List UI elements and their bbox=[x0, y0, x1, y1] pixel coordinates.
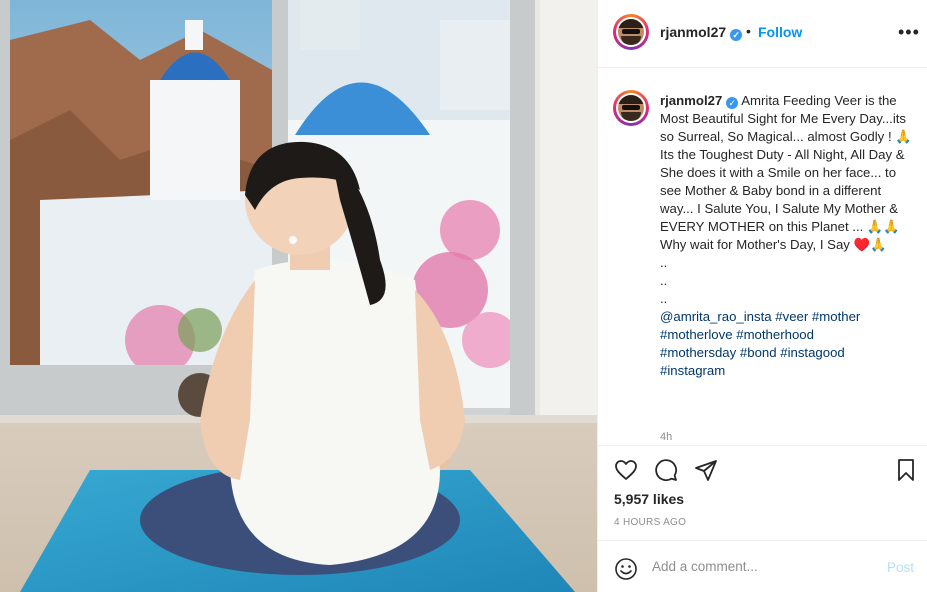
follow-button[interactable]: Follow bbox=[758, 24, 802, 40]
caption-verified-icon: ✓ bbox=[726, 97, 739, 109]
verified-badge-icon: ✓ bbox=[730, 29, 743, 41]
caption-avatar[interactable] bbox=[613, 90, 649, 126]
caption-username[interactable]: rjanmol27 bbox=[660, 93, 722, 108]
heart-icon[interactable] bbox=[614, 458, 638, 482]
post-caption: rjanmol27 ✓ Amrita Feeding Veer is the Mo… bbox=[660, 92, 912, 380]
like-count[interactable]: 5,957 likes bbox=[614, 491, 684, 507]
hashtag-line[interactable]: #mothersday #bond #instagood bbox=[660, 344, 912, 362]
post-timestamp[interactable]: 4 HOURS AGO bbox=[614, 517, 686, 528]
caption-line: Why wait for Mother's Day, I Say ♥️🙏 bbox=[660, 237, 887, 252]
caption-line: .. bbox=[660, 273, 668, 288]
post-sidebar: rjanmol27 ✓ • Follow ••• rjanmol27 ✓ Amrit… bbox=[597, 0, 927, 592]
caption-paragraph-1: rjanmol27 ✓ Amrita Feeding Veer is the Mo… bbox=[660, 92, 912, 146]
more-options-icon[interactable]: ••• bbox=[898, 22, 920, 43]
hashtag-line[interactable]: #motherlove #motherhood bbox=[660, 326, 912, 344]
post-comment-button[interactable]: Post bbox=[887, 560, 914, 575]
post-photo[interactable] bbox=[0, 0, 597, 592]
header-separator: • bbox=[746, 23, 751, 39]
action-bar bbox=[598, 445, 927, 496]
caption-line: .. bbox=[660, 291, 668, 306]
caption-line: .. bbox=[660, 255, 668, 270]
photo-illustration bbox=[0, 0, 597, 592]
hashtag-line[interactable]: @amrita_rao_insta #veer #mother bbox=[660, 308, 912, 326]
comment-bar: Post bbox=[598, 540, 927, 592]
comment-icon[interactable] bbox=[654, 458, 678, 482]
paper-plane-icon[interactable] bbox=[694, 458, 718, 482]
caption-timestamp[interactable]: 4h bbox=[660, 431, 672, 443]
bookmark-icon[interactable] bbox=[894, 458, 918, 482]
hashtag-line[interactable]: #instagram bbox=[660, 362, 912, 380]
caption-line: Its the Toughest Duty - All Night, All D… bbox=[660, 147, 905, 234]
avatar[interactable] bbox=[613, 14, 649, 50]
instagram-post-modal: rjanmol27 ✓ • Follow ••• rjanmol27 ✓ Amrit… bbox=[0, 0, 927, 592]
header-username[interactable]: rjanmol27 ✓ bbox=[660, 24, 743, 41]
comment-input[interactable] bbox=[652, 559, 872, 574]
post-header: rjanmol27 ✓ • Follow ••• bbox=[598, 0, 927, 68]
smiley-icon[interactable] bbox=[614, 557, 638, 581]
